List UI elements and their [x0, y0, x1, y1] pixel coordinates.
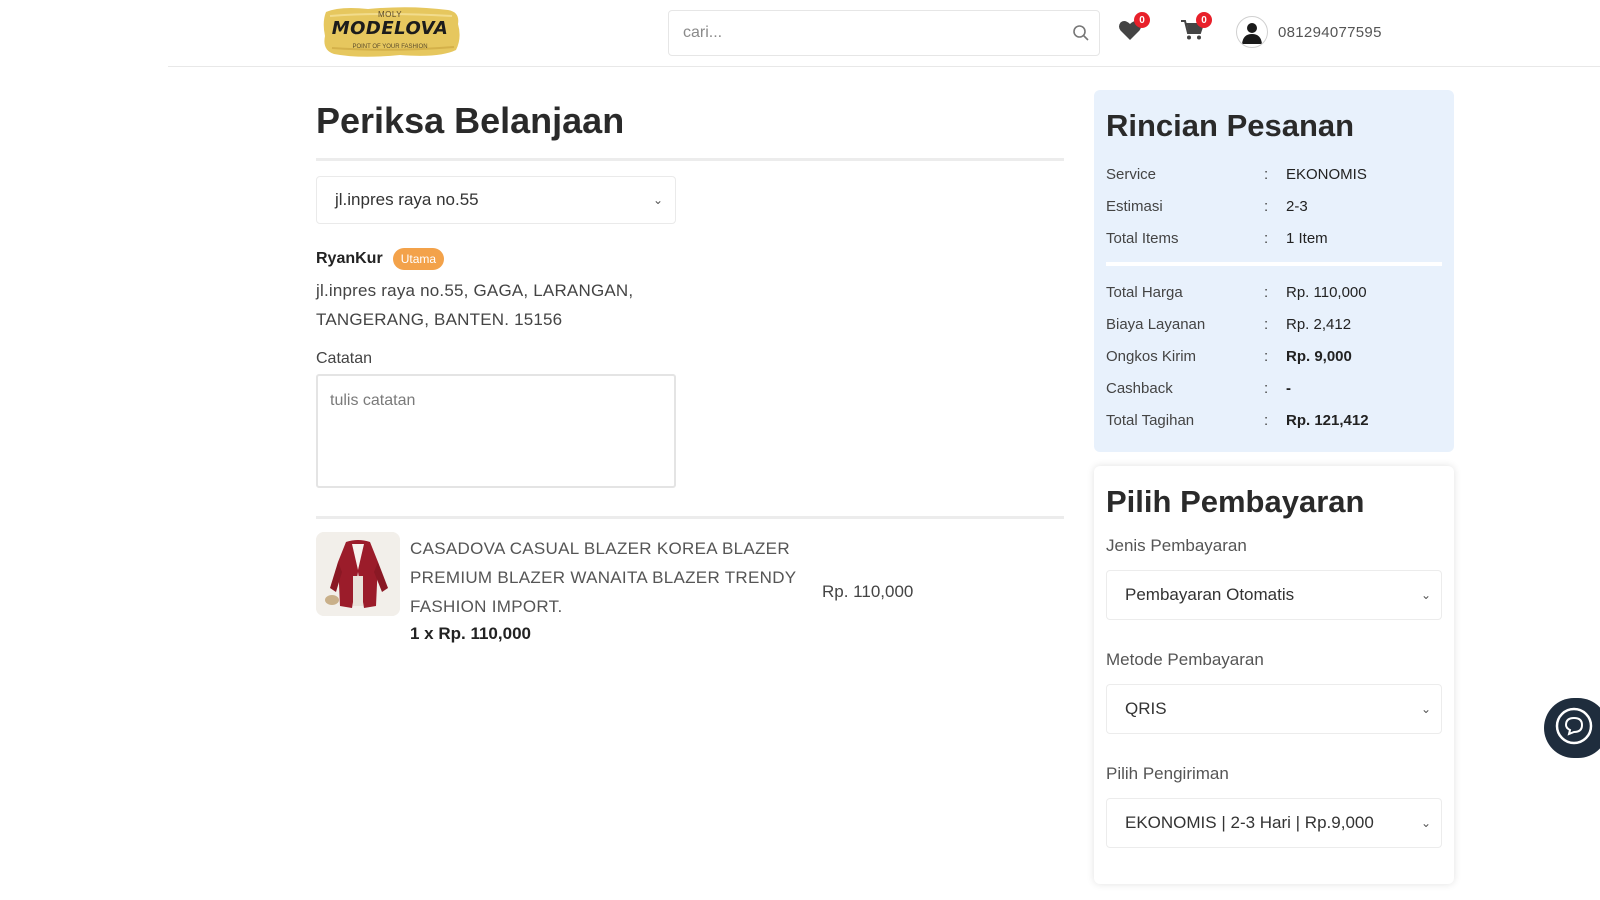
- order-summary-panel: Rincian Pesanan Service : EKONOMIS Estim…: [1094, 90, 1454, 452]
- summary-value: 1 Item: [1286, 229, 1328, 247]
- account-menu[interactable]: 081294077595: [1236, 14, 1382, 50]
- search-icon[interactable]: [1063, 15, 1099, 51]
- payment-type-select[interactable]: Pembayaran Otomatis ⌄: [1106, 570, 1442, 620]
- summary-key: Cashback: [1106, 379, 1173, 397]
- shipping-address: jl.inpres raya no.55, GAGA, LARANGAN, TA…: [316, 276, 696, 334]
- summary-row-service-fee: Biaya Layanan : Rp. 2,412: [1106, 308, 1442, 340]
- summary-row-total-bill: Total Tagihan : Rp. 121,412: [1106, 404, 1442, 436]
- summary-colon: :: [1264, 197, 1269, 215]
- address-select[interactable]: jl.inpres raya no.55 ⌄: [316, 176, 676, 224]
- logo-main-text: MODELOVA: [331, 18, 449, 39]
- payment-type-label: Jenis Pembayaran: [1106, 536, 1247, 555]
- page-title: Periksa Belanjaan: [316, 100, 625, 141]
- summary-colon: :: [1264, 411, 1269, 429]
- summary-row-service: Service : EKONOMIS: [1106, 158, 1442, 190]
- order-summary-title: Rincian Pesanan: [1106, 108, 1355, 143]
- summary-value: Rp. 121,412: [1286, 411, 1369, 429]
- summary-value: Rp. 2,412: [1286, 315, 1352, 333]
- summary-colon: :: [1264, 165, 1269, 183]
- cart-count-badge: 0: [1196, 12, 1212, 28]
- summary-colon: :: [1264, 229, 1269, 247]
- summary-key: Total Items: [1106, 229, 1179, 247]
- summary-row-shipping-cost: Ongkos Kirim : Rp. 9,000: [1106, 340, 1442, 372]
- summary-key: Total Harga: [1106, 283, 1183, 301]
- summary-divider: [1106, 262, 1442, 266]
- shipping-option-select[interactable]: EKONOMIS | 2-3 Hari | Rp.9,000 ⌄: [1106, 798, 1442, 848]
- user-icon: [1236, 16, 1268, 48]
- chevron-down-icon: ⌄: [1420, 588, 1431, 602]
- summary-value: EKONOMIS: [1286, 165, 1367, 183]
- summary-key: Biaya Layanan: [1106, 315, 1206, 333]
- payment-title: Pilih Pembayaran: [1106, 484, 1365, 519]
- summary-key: Total Tagihan: [1106, 411, 1195, 429]
- header-divider: [168, 66, 1600, 67]
- product-name[interactable]: CASADOVA CASUAL BLAZER KOREA BLAZER PREM…: [410, 534, 822, 621]
- chevron-down-icon: ⌄: [652, 193, 663, 207]
- product-qty-price: 1 x Rp. 110,000: [410, 624, 531, 643]
- summary-value: -: [1286, 379, 1291, 397]
- address-line-2: TANGERANG, BANTEN. 15156: [316, 310, 563, 329]
- product-image: [316, 532, 400, 616]
- summary-colon: :: [1264, 347, 1269, 365]
- payment-type-value: Pembayaran Otomatis: [1125, 585, 1295, 604]
- chat-icon: [1554, 706, 1594, 751]
- summary-row-cashback: Cashback : -: [1106, 372, 1442, 404]
- wishlist-button[interactable]: 0: [1112, 12, 1150, 50]
- recipient-info: RyanKur Utama: [316, 248, 445, 270]
- address-line-1: jl.inpres raya no.55, GAGA, LARANGAN,: [316, 281, 634, 300]
- logo-tagline: POINT OF YOUR FASHION: [352, 44, 428, 50]
- chevron-down-icon: ⌄: [1420, 816, 1431, 830]
- summary-colon: :: [1264, 379, 1269, 397]
- top-header: MOLY MODELOVA POINT OF YOUR FASHION 0 0 …: [0, 0, 1600, 68]
- wishlist-count-badge: 0: [1134, 12, 1150, 28]
- summary-value: Rp. 110,000: [1286, 283, 1367, 301]
- search-bar: [668, 10, 1100, 56]
- summary-row-total-price: Total Harga : Rp. 110,000: [1106, 276, 1442, 308]
- payment-method-label: Metode Pembayaran: [1106, 650, 1264, 669]
- payment-method-value: QRIS: [1125, 699, 1167, 718]
- summary-key: Service: [1106, 165, 1157, 183]
- account-phone: 081294077595: [1278, 23, 1382, 41]
- summary-row-items: Total Items : 1 Item: [1106, 222, 1442, 254]
- payment-panel: Pilih Pembayaran Jenis Pembayaran Pembay…: [1094, 466, 1454, 884]
- shipping-option-label: Pilih Pengiriman: [1106, 764, 1229, 783]
- summary-key: Estimasi: [1106, 197, 1163, 215]
- brand-logo[interactable]: MOLY MODELOVA POINT OF YOUR FASHION: [320, 4, 468, 60]
- payment-method-select[interactable]: QRIS ⌄: [1106, 684, 1442, 734]
- summary-key: Ongkos Kirim: [1106, 347, 1197, 365]
- shipping-option-value: EKONOMIS | 2-3 Hari | Rp.9,000: [1125, 813, 1374, 832]
- notes-field[interactable]: [316, 374, 676, 488]
- chat-button[interactable]: [1544, 698, 1600, 758]
- summary-colon: :: [1264, 315, 1269, 333]
- notes-label: Catatan: [316, 350, 373, 367]
- title-divider: [316, 158, 1064, 161]
- address-select-value: jl.inpres raya no.55: [335, 190, 479, 209]
- summary-value: 2-3: [1286, 197, 1308, 215]
- product-divider: [316, 516, 1064, 519]
- chevron-down-icon: ⌄: [1420, 702, 1431, 716]
- summary-row-estimate: Estimasi : 2-3: [1106, 190, 1442, 222]
- recipient-name: RyanKur: [316, 250, 383, 267]
- summary-colon: :: [1264, 283, 1269, 301]
- summary-value: Rp. 9,000: [1286, 347, 1352, 365]
- primary-address-badge: Utama: [392, 248, 445, 270]
- cart-button[interactable]: 0: [1174, 12, 1212, 50]
- product-subtotal: Rp. 110,000: [822, 582, 914, 601]
- search-input[interactable]: [669, 11, 1063, 55]
